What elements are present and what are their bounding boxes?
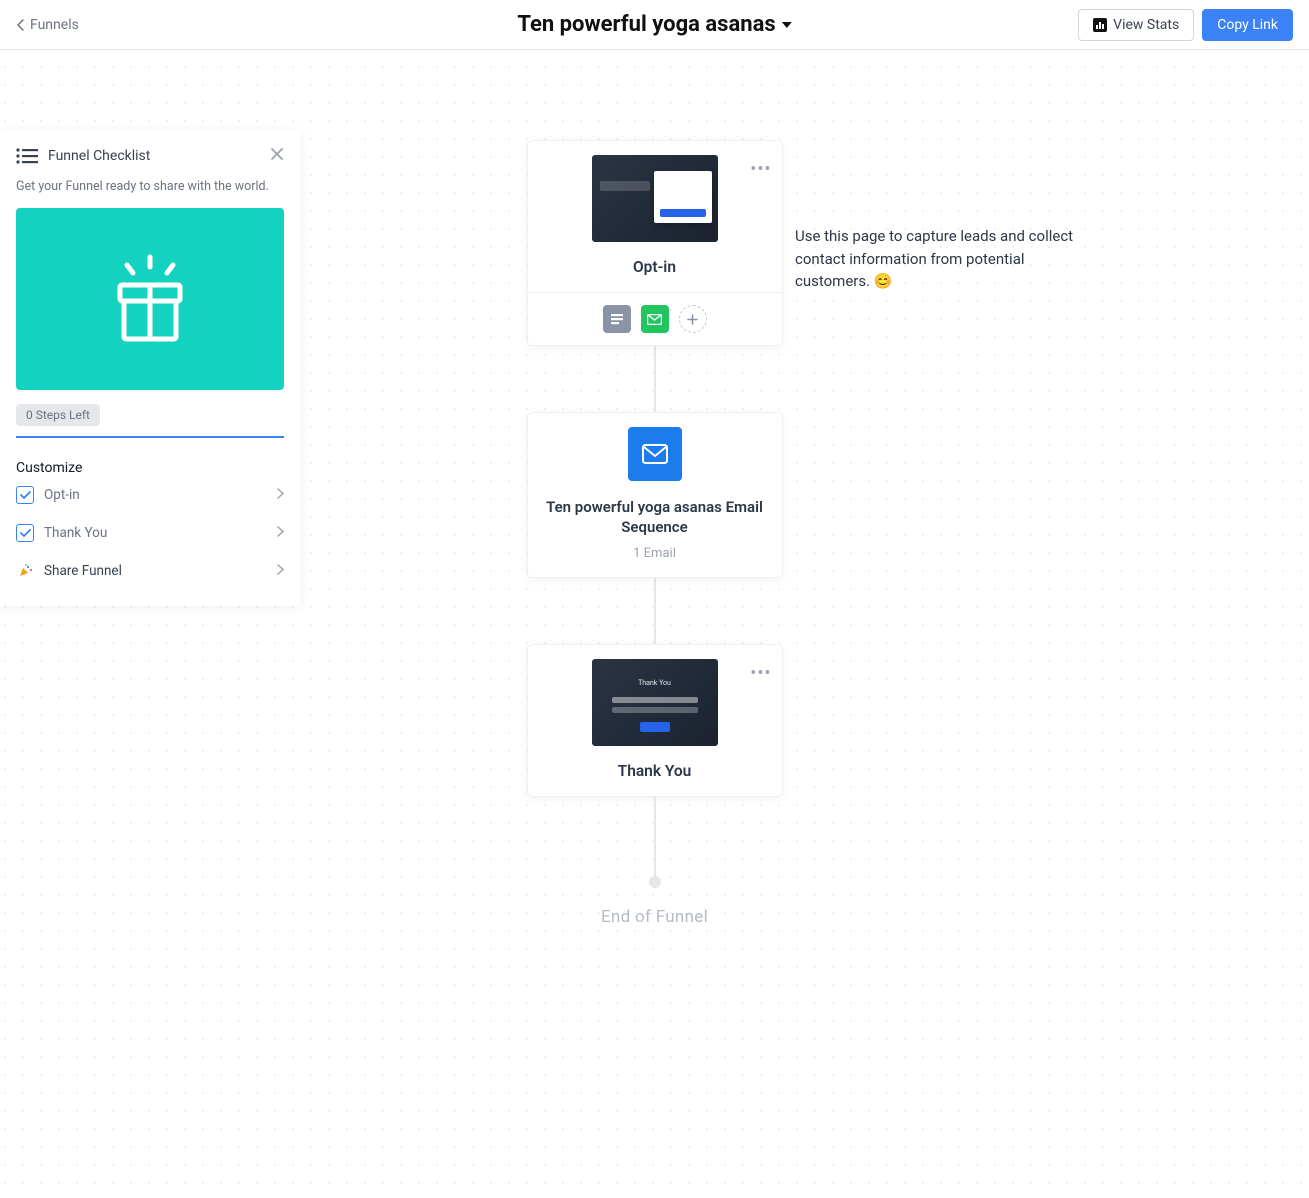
funnel-node-optin[interactable]: ••• Opt-in [527,140,783,346]
list-icon [16,148,38,164]
plus-icon [687,314,698,325]
node-options-button[interactable]: ••• [750,161,771,179]
funnel-node-email-sequence[interactable]: Ten powerful yoga asanas Email Sequence … [527,412,783,578]
form-action-chip[interactable] [603,305,631,333]
checkbox-checked-icon [16,524,34,542]
checklist-item-label: Share Funnel [44,563,267,579]
node-title: Ten powerful yoga asanas Email Sequence [542,497,768,538]
optin-page-thumbnail [592,155,718,242]
copy-link-label: Copy Link [1217,17,1278,33]
checklist-close-button[interactable] [270,146,284,165]
caret-down-icon [782,22,792,28]
copy-link-button[interactable]: Copy Link [1202,9,1293,41]
thankyou-page-thumbnail: Thank You [592,659,718,746]
customize-section-title: Customize [16,460,284,476]
node-title: Opt-in [633,258,676,276]
funnel-node-thankyou[interactable]: ••• Thank You Thank You [527,644,783,797]
chevron-right-icon [277,487,284,503]
flow-terminator-dot [649,876,661,888]
close-icon [270,147,284,161]
checklist-title: Funnel Checklist [48,148,260,164]
checklist-item-share[interactable]: Share Funnel [16,552,284,590]
chevron-right-icon [277,525,284,541]
funnel-title-dropdown[interactable]: Ten powerful yoga asanas [517,12,791,37]
flow-connector [654,578,656,644]
bar-chart-icon [1093,18,1107,32]
checklist-subtitle: Get your Funnel ready to share with the … [16,179,284,194]
funnel-canvas[interactable]: Funnel Checklist Get your Funnel ready t… [0,50,1309,1198]
email-count-label: 1 Email [633,546,676,561]
confetti-icon [16,562,34,580]
view-stats-label: View Stats [1113,17,1179,33]
checklist-item-thankyou[interactable]: Thank You [16,514,284,552]
gift-icon [105,249,195,349]
steps-left-badge: 0 Steps Left [16,404,100,426]
back-label: Funnels [30,17,79,33]
checklist-item-label: Opt-in [44,487,267,503]
checklist-item-label: Thank You [44,525,267,541]
envelope-icon [647,314,662,325]
funnel-title: Ten powerful yoga asanas [517,12,775,37]
chevron-left-icon [16,18,26,32]
header-buttons: View Stats Copy Link [1078,9,1293,41]
funnel-flow: ••• Opt-in [527,140,783,927]
checklist-item-optin[interactable]: Opt-in [16,476,284,514]
checkbox-checked-icon [16,486,34,504]
chevron-right-icon [277,563,284,579]
end-of-funnel-label: End of Funnel [527,907,783,927]
checklist-progress-bar [16,436,284,438]
add-action-button[interactable] [679,305,707,333]
back-to-funnels-link[interactable]: Funnels [16,17,79,33]
node-title: Thank You [618,762,692,780]
optin-helper-text: Use this page to capture leads and colle… [795,225,1085,293]
email-sequence-icon-box [628,427,682,481]
view-stats-button[interactable]: View Stats [1078,9,1194,41]
node-options-button[interactable]: ••• [750,665,771,683]
envelope-icon [642,444,668,464]
checklist-illustration [16,208,284,390]
form-icon [610,313,624,325]
funnel-checklist-panel: Funnel Checklist Get your Funnel ready t… [0,130,300,606]
header-bar: Funnels Ten powerful yoga asanas View St… [0,0,1309,50]
email-action-chip[interactable] [641,305,669,333]
flow-connector [654,346,656,412]
flow-connector [654,797,656,883]
thumbnail-label: Thank You [638,679,671,687]
